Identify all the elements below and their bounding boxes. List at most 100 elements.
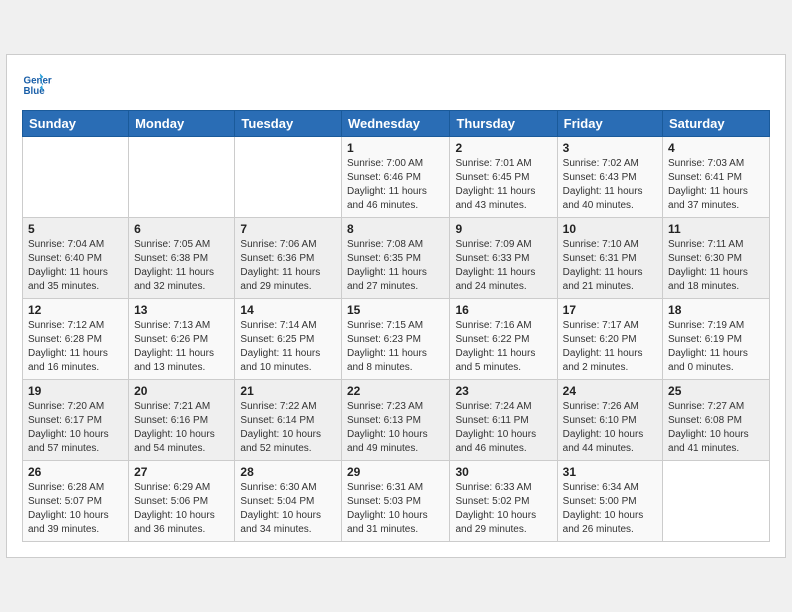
cell-content: Sunrise: 7:27 AM Sunset: 6:08 PM Dayligh…: [668, 400, 764, 456]
day-number: 13: [134, 303, 229, 317]
calendar-cell: 17 Sunrise: 7:17 AM Sunset: 6:20 PM Dayli…: [557, 299, 662, 380]
calendar-cell: [23, 137, 129, 218]
cell-content: Sunrise: 7:16 AM Sunset: 6:22 PM Dayligh…: [455, 319, 551, 375]
day-number: 3: [563, 141, 657, 155]
weekday-header-cell: Friday: [557, 111, 662, 137]
calendar-row: 12 Sunrise: 7:12 AM Sunset: 6:28 PM Dayli…: [23, 299, 770, 380]
cell-content: Sunrise: 7:11 AM Sunset: 6:30 PM Dayligh…: [668, 238, 764, 294]
cell-content: Sunrise: 7:15 AM Sunset: 6:23 PM Dayligh…: [347, 319, 445, 375]
calendar-cell: 23 Sunrise: 7:24 AM Sunset: 6:11 PM Dayli…: [450, 380, 557, 461]
calendar-cell: 11 Sunrise: 7:11 AM Sunset: 6:30 PM Dayli…: [663, 218, 770, 299]
weekday-header-row: SundayMondayTuesdayWednesdayThursdayFrid…: [23, 111, 770, 137]
calendar-cell: [663, 461, 770, 542]
calendar-cell: 7 Sunrise: 7:06 AM Sunset: 6:36 PM Daylig…: [235, 218, 342, 299]
cell-content: Sunrise: 7:20 AM Sunset: 6:17 PM Dayligh…: [28, 400, 123, 456]
calendar-cell: 9Sunrise: 7:09 AM Sunset: 6:33 PM Daylig…: [450, 218, 557, 299]
calendar-cell: 6 Sunrise: 7:05 AM Sunset: 6:38 PM Daylig…: [129, 218, 235, 299]
weekday-header-cell: Sunday: [23, 111, 129, 137]
weekday-header-cell: Saturday: [663, 111, 770, 137]
calendar-row: 5 Sunrise: 7:04 AM Sunset: 6:40 PM Daylig…: [23, 218, 770, 299]
calendar-cell: 20 Sunrise: 7:21 AM Sunset: 6:16 PM Dayli…: [129, 380, 235, 461]
calendar-cell: 2 Sunrise: 7:01 AM Sunset: 6:45 PM Daylig…: [450, 137, 557, 218]
calendar-cell: 28 Sunrise: 6:30 AM Sunset: 5:04 PM Dayli…: [235, 461, 342, 542]
weekday-header-cell: Monday: [129, 111, 235, 137]
day-number: 6: [134, 222, 229, 236]
cell-content: Sunrise: 7:17 AM Sunset: 6:20 PM Dayligh…: [563, 319, 657, 375]
cell-content: Sunrise: 7:06 AM Sunset: 6:36 PM Dayligh…: [240, 238, 336, 294]
calendar-cell: 14Sunrise: 7:14 AM Sunset: 6:25 PM Dayli…: [235, 299, 342, 380]
cell-content: Sunrise: 7:03 AM Sunset: 6:41 PM Dayligh…: [668, 157, 764, 213]
cell-content: Sunrise: 6:29 AM Sunset: 5:06 PM Dayligh…: [134, 481, 229, 537]
calendar-cell: 31Sunrise: 6:34 AM Sunset: 5:00 PM Dayli…: [557, 461, 662, 542]
cell-content: Sunrise: 7:14 AM Sunset: 6:25 PM Dayligh…: [240, 319, 336, 375]
day-number: 22: [347, 384, 445, 398]
cell-content: Sunrise: 6:33 AM Sunset: 5:02 PM Dayligh…: [455, 481, 551, 537]
day-number: 5: [28, 222, 123, 236]
day-number: 16: [455, 303, 551, 317]
header-section: General Blue: [22, 70, 770, 100]
calendar-cell: 22 Sunrise: 7:23 AM Sunset: 6:13 PM Dayli…: [341, 380, 450, 461]
weekday-header-cell: Wednesday: [341, 111, 450, 137]
calendar-cell: 8 Sunrise: 7:08 AM Sunset: 6:35 PM Daylig…: [341, 218, 450, 299]
calendar-cell: [235, 137, 342, 218]
day-number: 4: [668, 141, 764, 155]
calendar-cell: 16 Sunrise: 7:16 AM Sunset: 6:22 PM Dayli…: [450, 299, 557, 380]
calendar-cell: 26 Sunrise: 6:28 AM Sunset: 5:07 PM Dayli…: [23, 461, 129, 542]
cell-content: Sunrise: 7:12 AM Sunset: 6:28 PM Dayligh…: [28, 319, 123, 375]
calendar-container: General Blue SundayMondayTuesdayWednesda…: [6, 54, 786, 558]
cell-content: Sunrise: 7:24 AM Sunset: 6:11 PM Dayligh…: [455, 400, 551, 456]
day-number: 31: [563, 465, 657, 479]
cell-content: Sunrise: 7:26 AM Sunset: 6:10 PM Dayligh…: [563, 400, 657, 456]
day-number: 20: [134, 384, 229, 398]
day-number: 29: [347, 465, 445, 479]
calendar-row: 1Sunrise: 7:00 AM Sunset: 6:46 PM Daylig…: [23, 137, 770, 218]
cell-content: Sunrise: 7:19 AM Sunset: 6:19 PM Dayligh…: [668, 319, 764, 375]
day-number: 18: [668, 303, 764, 317]
day-number: 21: [240, 384, 336, 398]
calendar-cell: 5 Sunrise: 7:04 AM Sunset: 6:40 PM Daylig…: [23, 218, 129, 299]
cell-content: Sunrise: 7:21 AM Sunset: 6:16 PM Dayligh…: [134, 400, 229, 456]
day-number: 19: [28, 384, 123, 398]
cell-content: Sunrise: 7:08 AM Sunset: 6:35 PM Dayligh…: [347, 238, 445, 294]
day-number: 15: [347, 303, 445, 317]
calendar-cell: 24Sunrise: 7:26 AM Sunset: 6:10 PM Dayli…: [557, 380, 662, 461]
day-number: 17: [563, 303, 657, 317]
calendar-cell: 30 Sunrise: 6:33 AM Sunset: 5:02 PM Dayli…: [450, 461, 557, 542]
calendar-cell: 25 Sunrise: 7:27 AM Sunset: 6:08 PM Dayli…: [663, 380, 770, 461]
cell-content: Sunrise: 7:01 AM Sunset: 6:45 PM Dayligh…: [455, 157, 551, 213]
logo: General Blue: [22, 70, 57, 100]
cell-content: Sunrise: 7:09 AM Sunset: 6:33 PM Dayligh…: [455, 238, 551, 294]
day-number: 25: [668, 384, 764, 398]
weekday-header-cell: Tuesday: [235, 111, 342, 137]
day-number: 8: [347, 222, 445, 236]
calendar-cell: 29Sunrise: 6:31 AM Sunset: 5:03 PM Dayli…: [341, 461, 450, 542]
calendar-cell: 19 Sunrise: 7:20 AM Sunset: 6:17 PM Dayli…: [23, 380, 129, 461]
cell-content: Sunrise: 7:02 AM Sunset: 6:43 PM Dayligh…: [563, 157, 657, 213]
calendar-cell: 15 Sunrise: 7:15 AM Sunset: 6:23 PM Dayli…: [341, 299, 450, 380]
day-number: 11: [668, 222, 764, 236]
calendar-cell: 12 Sunrise: 7:12 AM Sunset: 6:28 PM Dayli…: [23, 299, 129, 380]
cell-content: Sunrise: 6:28 AM Sunset: 5:07 PM Dayligh…: [28, 481, 123, 537]
calendar-cell: 21 Sunrise: 7:22 AM Sunset: 6:14 PM Dayli…: [235, 380, 342, 461]
day-number: 30: [455, 465, 551, 479]
day-number: 10: [563, 222, 657, 236]
svg-text:General: General: [24, 76, 53, 87]
calendar-row: 19 Sunrise: 7:20 AM Sunset: 6:17 PM Dayli…: [23, 380, 770, 461]
calendar-cell: 4 Sunrise: 7:03 AM Sunset: 6:41 PM Daylig…: [663, 137, 770, 218]
day-number: 12: [28, 303, 123, 317]
cell-content: Sunrise: 7:04 AM Sunset: 6:40 PM Dayligh…: [28, 238, 123, 294]
calendar-cell: 13Sunrise: 7:13 AM Sunset: 6:26 PM Dayli…: [129, 299, 235, 380]
cell-content: Sunrise: 6:30 AM Sunset: 5:04 PM Dayligh…: [240, 481, 336, 537]
weekday-header-cell: Thursday: [450, 111, 557, 137]
cell-content: Sunrise: 7:05 AM Sunset: 6:38 PM Dayligh…: [134, 238, 229, 294]
calendar-cell: [129, 137, 235, 218]
day-number: 7: [240, 222, 336, 236]
calendar-cell: 10Sunrise: 7:10 AM Sunset: 6:31 PM Dayli…: [557, 218, 662, 299]
cell-content: Sunrise: 7:23 AM Sunset: 6:13 PM Dayligh…: [347, 400, 445, 456]
day-number: 28: [240, 465, 336, 479]
day-number: 2: [455, 141, 551, 155]
calendar-row: 26 Sunrise: 6:28 AM Sunset: 5:07 PM Dayli…: [23, 461, 770, 542]
day-number: 23: [455, 384, 551, 398]
cell-content: Sunrise: 7:22 AM Sunset: 6:14 PM Dayligh…: [240, 400, 336, 456]
day-number: 26: [28, 465, 123, 479]
